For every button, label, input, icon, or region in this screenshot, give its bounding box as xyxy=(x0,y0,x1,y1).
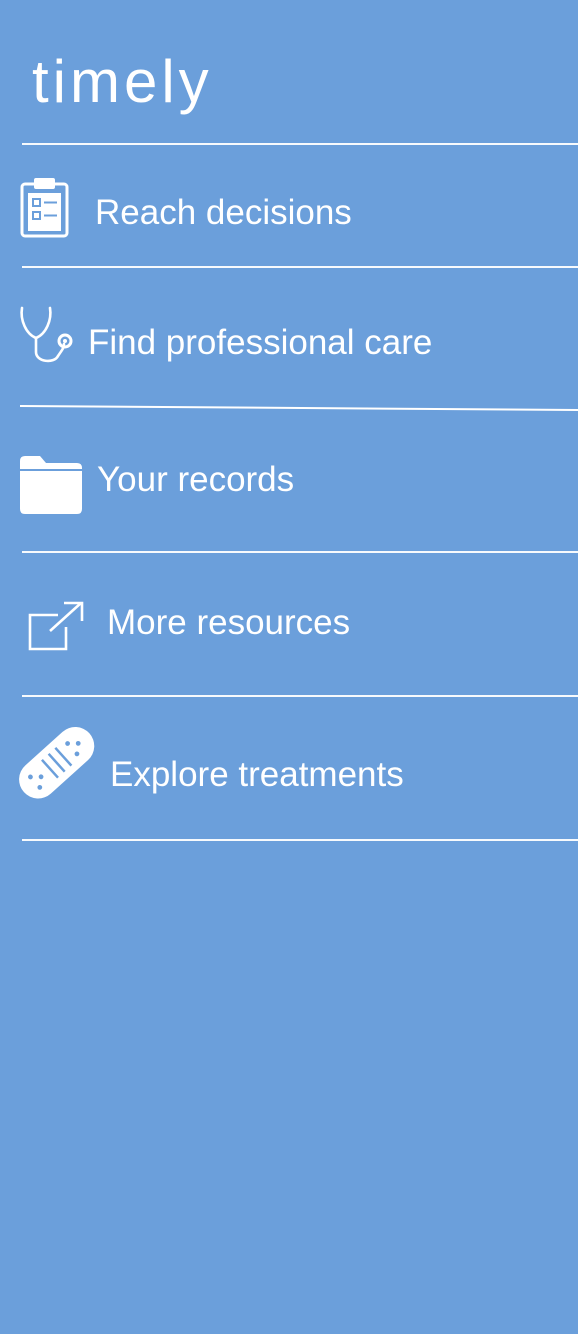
menu-item-label: Your records xyxy=(97,460,295,499)
folder-icon xyxy=(20,455,82,515)
menu-item-find-professional-care[interactable]: Find professional care xyxy=(0,292,578,392)
app-title: timely xyxy=(32,48,213,115)
menu-item-your-records[interactable]: Your records xyxy=(0,430,578,530)
menu-item-label: Explore treatments xyxy=(110,755,404,794)
menu-item-explore-treatments[interactable]: Explore treatments xyxy=(0,720,578,820)
clipboard-checklist-icon xyxy=(20,178,70,238)
menu-divider xyxy=(20,405,578,411)
menu-item-label: More resources xyxy=(107,603,351,642)
menu-item-label: Find professional care xyxy=(88,323,433,362)
external-link-icon xyxy=(28,601,84,651)
menu-divider xyxy=(22,266,578,268)
menu-item-more-resources[interactable]: More resources xyxy=(0,575,578,675)
menu-item-reach-decisions[interactable]: Reach decisions xyxy=(0,160,578,260)
menu-divider xyxy=(22,551,578,553)
side-menu: timely Reach decisions Find professional… xyxy=(0,0,578,1334)
menu-divider xyxy=(22,695,578,697)
bandage-icon xyxy=(14,722,98,802)
menu-item-label: Reach decisions xyxy=(95,193,352,232)
menu-divider xyxy=(22,839,578,841)
menu-divider xyxy=(22,143,578,145)
stethoscope-icon xyxy=(18,304,76,366)
